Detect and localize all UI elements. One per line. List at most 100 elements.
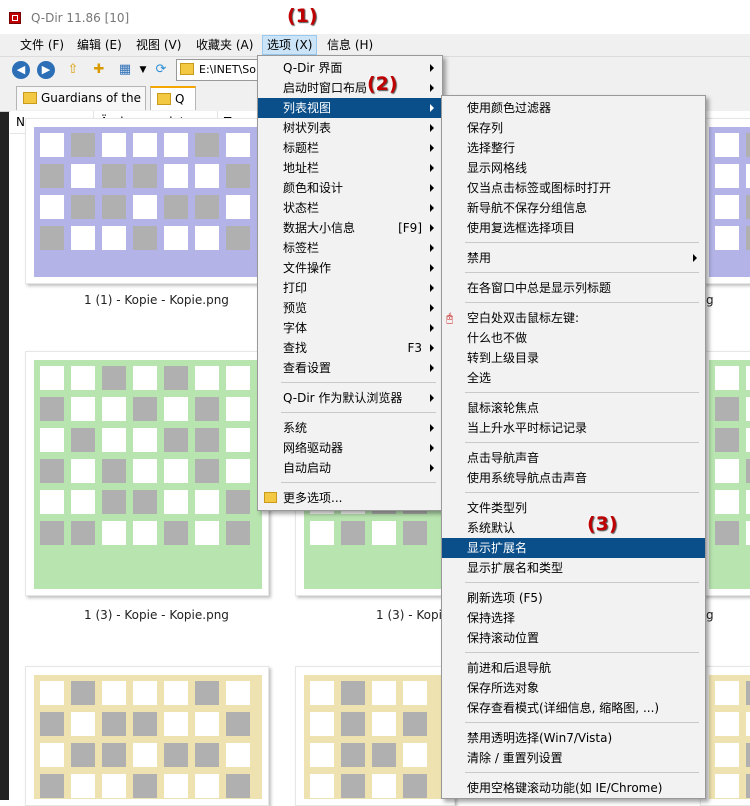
menu-item[interactable]: 保持选择 — [442, 608, 705, 628]
menu-1[interactable]: 编辑 (E) — [73, 36, 126, 54]
menu-item[interactable]: 列表视图 — [258, 98, 442, 118]
pixel-cell — [746, 397, 750, 421]
menu-item-label: 鼠标滚轮焦点 — [467, 401, 540, 415]
menu-0[interactable]: 文件 (F) — [16, 36, 68, 54]
thumbnail[interactable] — [25, 118, 269, 284]
menu-item[interactable]: 查找 F3 — [258, 338, 442, 358]
menu-item[interactable]: 使用系统导航点击声音 — [442, 468, 705, 488]
menu-item[interactable]: 标签栏 — [258, 238, 442, 258]
menu-item[interactable]: 保存查看模式(详细信息, 缩略图, ...) — [442, 698, 705, 718]
pixel-cell — [164, 428, 188, 452]
menu-item[interactable]: 仅当点击标签或图标时打开 — [442, 178, 705, 198]
menu-item[interactable]: 全选 — [442, 368, 705, 388]
tab-q[interactable]: Q — [150, 86, 196, 110]
menu-item[interactable]: 使用复选框选择项目 — [442, 218, 705, 238]
pixel-cell — [40, 712, 64, 736]
menu-item[interactable]: 禁用 — [442, 248, 705, 268]
thumbnail[interactable] — [295, 666, 455, 806]
refresh-icon[interactable]: ⟳ — [152, 61, 170, 79]
file-name[interactable]: 1 (1) - Kopie - Kopie.png — [84, 293, 229, 307]
menu-item[interactable]: 更多选项... — [258, 488, 442, 508]
menu-3[interactable]: 收藏夹 (A) — [192, 36, 257, 54]
menu-item[interactable]: 显示扩展名和类型 — [442, 558, 705, 578]
view-mode-icon[interactable]: ▦ — [116, 61, 134, 79]
pixel-cell — [40, 226, 64, 250]
thumbnail[interactable] — [25, 666, 269, 806]
menu-item[interactable]: 颜色和设计 — [258, 178, 442, 198]
menu-item-label: 使用空格键滚动功能(如 IE/Chrome) — [467, 781, 663, 795]
back-icon[interactable]: ◀ — [12, 61, 30, 79]
pixel-cell — [746, 366, 750, 390]
submenu-arrow-icon — [430, 124, 434, 132]
menu-item[interactable]: 查看设置 — [258, 358, 442, 378]
menu-item[interactable]: 点击导航声音 — [442, 448, 705, 468]
menu-item[interactable]: 网络驱动器 — [258, 438, 442, 458]
menu-item[interactable]: 保存列 — [442, 118, 705, 138]
menu-item[interactable]: 前进和后退导航 — [442, 658, 705, 678]
menu-item[interactable]: 转到上级目录 — [442, 348, 705, 368]
menu-item[interactable]: 显示网格线 — [442, 158, 705, 178]
thumbnail[interactable] — [700, 351, 750, 596]
menu-item[interactable]: 预览 — [258, 298, 442, 318]
file-name[interactable]: g — [706, 608, 714, 622]
menu-separator — [281, 382, 436, 383]
menu-item[interactable]: 文件类型列 — [442, 498, 705, 518]
menu-item[interactable]: 选择整行 — [442, 138, 705, 158]
menu-item[interactable]: 自动启动 — [258, 458, 442, 478]
pixel-cell — [195, 712, 219, 736]
menu-item[interactable]: 使用颜色过滤器 — [442, 98, 705, 118]
menu-item[interactable]: 打印 — [258, 278, 442, 298]
menu-item-label: 保持选择 — [467, 611, 516, 625]
pixel-cell — [403, 521, 427, 545]
view-dropdown-icon[interactable]: ▼ — [134, 61, 152, 79]
menu-item[interactable]: 使用空格键滚动功能(如 IE/Chrome) — [442, 778, 705, 798]
menu-item[interactable]: 显示扩展名 — [442, 538, 705, 558]
menu-item[interactable]: 字体 — [258, 318, 442, 338]
thumbnail[interactable] — [700, 118, 750, 284]
menu-item[interactable]: 鼠标滚轮焦点 — [442, 398, 705, 418]
menu-item[interactable]: 清除 / 重置列设置 — [442, 748, 705, 768]
menu-item[interactable]: 空白处双击鼠标左键: 🖰 — [442, 308, 705, 328]
file-name[interactable]: g — [706, 293, 714, 307]
menu-item[interactable]: 新导航不保存分组信息 — [442, 198, 705, 218]
menu-item[interactable]: 禁用透明选择(Win7/Vista) — [442, 728, 705, 748]
menu-item[interactable]: 当上升水平时标记记录 — [442, 418, 705, 438]
menu-item[interactable]: 地址栏 — [258, 158, 442, 178]
new-folder-icon[interactable]: ✚ — [90, 61, 108, 79]
file-name[interactable]: 1 (3) - Kopie - Kopie.png — [84, 608, 229, 622]
thumbnail[interactable] — [700, 666, 750, 806]
pixel-cell — [715, 774, 739, 798]
menu-item[interactable]: 启动时窗口布局 — [258, 78, 442, 98]
menu-item[interactable]: 保持滚动位置 — [442, 628, 705, 648]
menu-item[interactable]: Q-Dir 作为默认浏览器 — [258, 388, 442, 408]
file-name[interactable]: 1 (3) - Kopie — [376, 608, 449, 622]
pixel-cell — [226, 195, 250, 219]
menu-item[interactable]: Q-Dir 界面 — [258, 58, 442, 78]
menu-item-label: 新导航不保存分组信息 — [467, 201, 588, 215]
mouse-icon: 🖰 — [446, 311, 454, 325]
menu-item[interactable]: 树状列表 — [258, 118, 442, 138]
menu-item[interactable]: 保存所选对象 — [442, 678, 705, 698]
menu-item[interactable]: 在各窗口中总是显示列标题 — [442, 278, 705, 298]
menu-item-label: 什么也不做 — [467, 331, 528, 345]
menu-item[interactable]: 什么也不做 — [442, 328, 705, 348]
thumbnail[interactable] — [25, 351, 269, 596]
menu-item[interactable]: 刷新选项 (F5) — [442, 588, 705, 608]
forward-icon[interactable]: ▶ — [37, 61, 55, 79]
menu-item[interactable]: 数据大小信息 [F9] — [258, 218, 442, 238]
menu-item[interactable]: 文件操作 — [258, 258, 442, 278]
menu-item[interactable]: 系统 — [258, 418, 442, 438]
menu-2[interactable]: 视图 (V) — [132, 36, 185, 54]
menu-separator — [465, 272, 699, 273]
menu-5[interactable]: 信息 (H) — [323, 36, 377, 54]
tab-guardians[interactable]: Guardians of the ... — [16, 86, 146, 127]
menu-item[interactable]: 系统默认 — [442, 518, 705, 538]
menu-item[interactable]: 标题栏 — [258, 138, 442, 158]
menu-4[interactable]: 选项 (X) — [262, 35, 318, 55]
menu-item[interactable]: 状态栏 — [258, 198, 442, 218]
up-folder-icon[interactable]: ⇧ — [64, 61, 82, 79]
pixel-cell — [746, 428, 750, 452]
pixel-cell — [746, 490, 750, 514]
pixel-cell — [403, 774, 427, 798]
pixel-cell — [71, 366, 95, 390]
